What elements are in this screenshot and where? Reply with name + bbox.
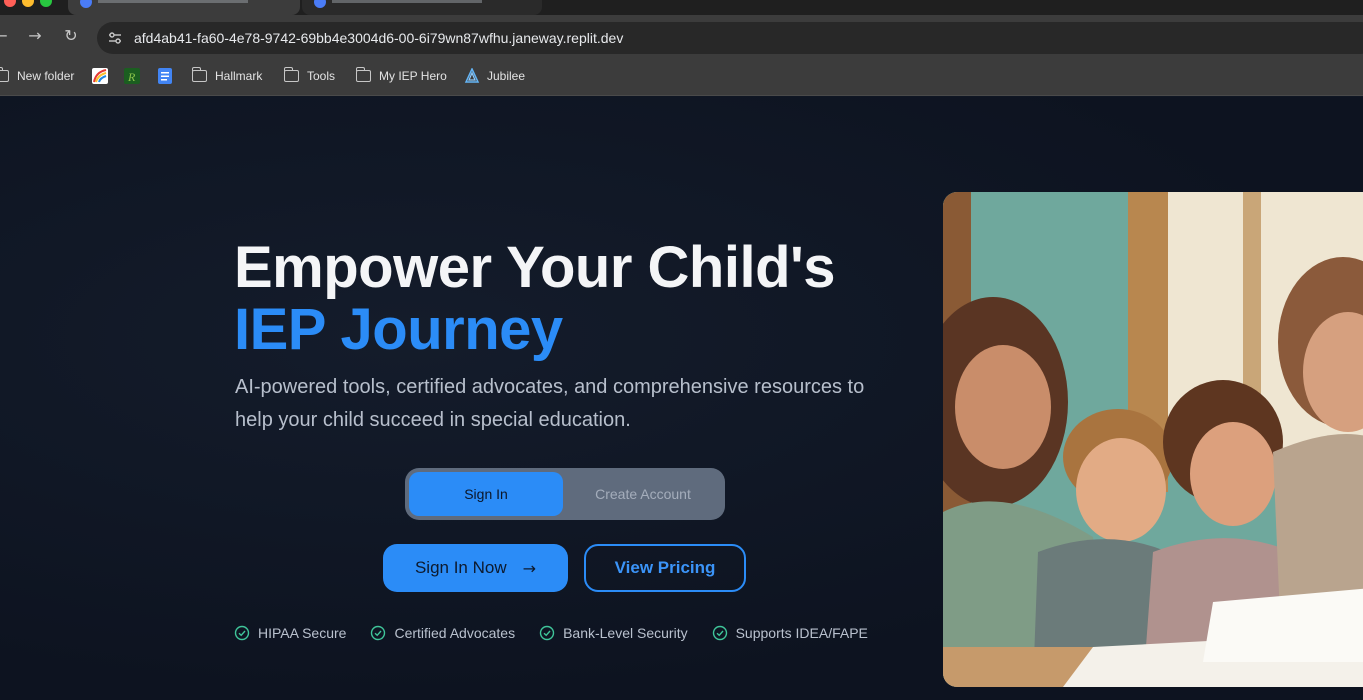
bookmark-label: Hallmark [215,69,263,83]
hero-title-line2: IEP Journey [234,297,563,362]
check-circle-icon [371,625,386,641]
folder-icon [283,67,299,82]
view-pricing-button[interactable]: View Pricing [584,544,746,592]
feature-item: HIPAA Secure [234,625,346,641]
bookmark-docs[interactable] [157,67,180,85]
close-window-icon[interactable] [4,0,16,7]
tab-favicon-icon [80,0,92,8]
svg-text:R: R [127,70,136,84]
view-pricing-label: View Pricing [614,558,716,577]
hero-headline: Empower Your Child's IEP Journey [234,235,836,362]
hero-photo [943,192,1363,687]
colorful-app-icon [92,68,108,84]
browser-tab-strip [0,0,1363,15]
folder-icon [355,67,371,82]
sign-in-now-label: Sign In Now [414,558,507,577]
bookmark-label: New folder [17,69,75,83]
folder-icon [191,67,207,82]
browser-toolbar: ← → ↻ afd4ab41-fa60-4e78-9742-69bb4e3004… [0,15,1363,56]
maximize-window-icon[interactable] [40,0,52,7]
check-circle-icon [234,625,250,641]
bookmark-my-iep-hero[interactable]: My IEP Hero [355,67,447,85]
feature-label: Bank-Level Security [563,625,688,641]
docs-icon [158,68,172,84]
feature-label: Certified Advocates [394,625,516,641]
browser-tab[interactable] [302,0,542,15]
bookmark-jubilee[interactable]: Jubilee [464,67,525,85]
bookmark-tools[interactable]: Tools [283,67,336,85]
feature-item: Supports IDEA/FAPE [712,625,868,641]
folder-icon [0,67,9,82]
back-icon[interactable]: ← [0,27,10,45]
create-account-tab[interactable]: Create Account [565,472,721,516]
bookmark-label: Jubilee [487,69,526,83]
site-settings-icon[interactable] [107,30,123,46]
sign-in-tab[interactable]: Sign In [409,472,563,516]
feature-item: Certified Advocates [370,625,515,641]
feature-label: Supports IDEA/FAPE [735,625,868,641]
bookmark-colorful-app[interactable] [92,67,115,85]
sign-in-now-button[interactable]: Sign In Now → [383,544,568,592]
tab-title [98,0,248,3]
bookmark-label: My IEP Hero [379,69,447,83]
hero-subtitle: AI-powered tools, certified advocates, a… [235,376,865,431]
auth-mode-toggle: Sign In Create Account [405,468,725,520]
landing-page: Empower Your Child's IEP Journey AI-powe… [0,97,1363,700]
reload-icon[interactable]: ↻ [62,27,80,45]
bookmarks-bar: New folder R Hallmark Tools My IEP Hero … [0,56,1363,96]
check-circle-icon [539,625,555,641]
bookmark-r-app[interactable]: R [124,67,147,85]
bookmark-new-folder[interactable]: New folder [0,67,74,85]
bookmark-label: Tools [307,69,336,83]
address-bar[interactable]: afd4ab41-fa60-4e78-9742-69bb4e3004d6-00-… [97,22,1363,54]
feature-list: HIPAA Secure Certified Advocates Bank-Le… [234,625,892,641]
r-app-icon: R [124,68,140,84]
feature-item: Bank-Level Security [539,625,688,641]
bookmark-hallmark[interactable]: Hallmark [191,67,263,85]
minimize-window-icon[interactable] [22,0,34,7]
tab-favicon-icon [314,0,326,8]
browser-tab-active[interactable] [68,0,300,15]
tab-title [332,0,482,3]
forward-icon[interactable]: → [26,27,44,45]
jubilee-icon [464,68,480,83]
family-learning-illustration [943,192,1363,687]
url-text: afd4ab41-fa60-4e78-9742-69bb4e3004d6-00-… [134,30,624,46]
feature-label: HIPAA Secure [258,625,347,641]
hero-title-line1: Empower Your Child's [234,235,836,300]
check-circle-icon [712,625,727,641]
arrow-right-icon: → [522,558,537,578]
